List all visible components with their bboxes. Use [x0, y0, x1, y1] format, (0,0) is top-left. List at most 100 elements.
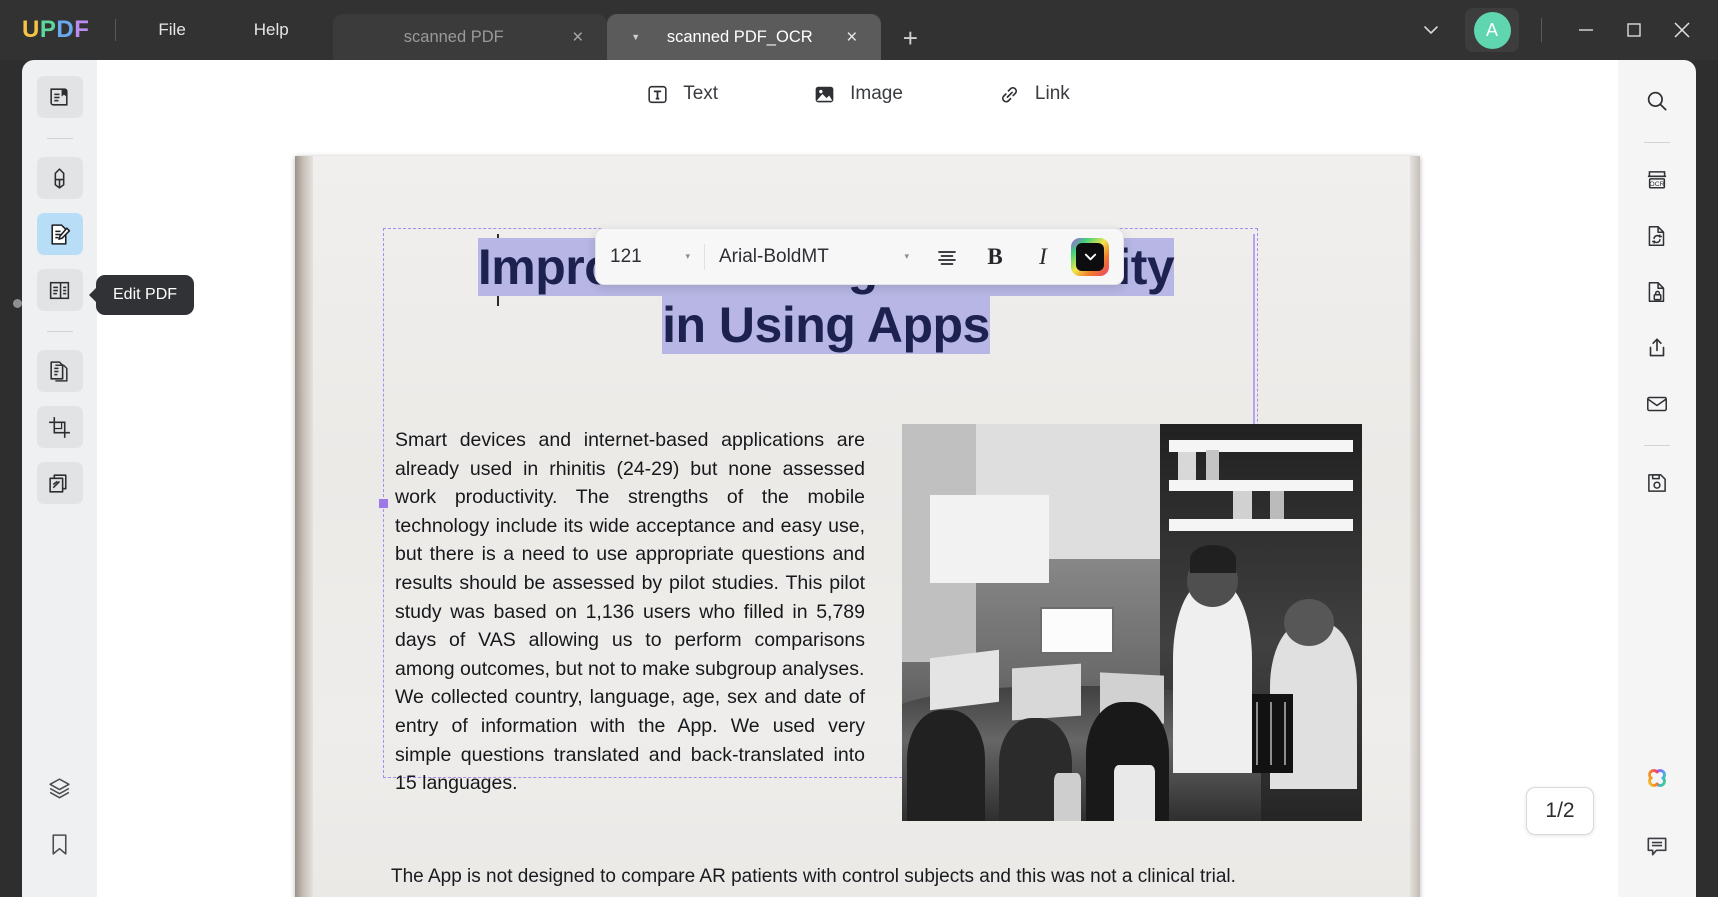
right-divider-1: [1644, 142, 1670, 143]
book-reader-icon: [47, 85, 72, 110]
lower-line-2: Thus, as expected, over 98% users report…: [391, 892, 1381, 897]
font-size-value: 121: [610, 245, 642, 267]
resize-handle-left[interactable]: [379, 499, 388, 508]
right-divider-2: [1644, 445, 1670, 446]
edit-mode-bar: Text Image Link: [97, 60, 1618, 128]
chevron-down-icon[interactable]: [1411, 10, 1451, 50]
main-content: Text Image Link Improve in Using Apps Sm…: [97, 60, 1618, 897]
tab-scanned-pdf[interactable]: scanned PDF ×: [332, 14, 607, 60]
chevron-down-icon[interactable]: ▼: [629, 32, 643, 42]
logo-letter-d: D: [56, 16, 75, 43]
mode-button-image[interactable]: Image: [804, 77, 911, 112]
menu-file[interactable]: File: [142, 14, 201, 46]
photo-content: [902, 424, 1362, 821]
tab-title: scanned PDF: [403, 27, 504, 46]
logo-divider: [115, 19, 117, 41]
mode-label: Image: [850, 83, 903, 104]
bookmark-icon: [47, 832, 72, 857]
share-upload-icon: [1644, 335, 1670, 361]
file-convert-icon: [1644, 223, 1670, 249]
layers-icon: [47, 776, 72, 801]
tooltip-edit-pdf: Edit PDF: [96, 275, 195, 315]
close-button[interactable]: [1658, 7, 1706, 53]
page-indicator[interactable]: 1/2: [1526, 787, 1594, 835]
sidebar-item-ai-assistant[interactable]: [1634, 755, 1680, 801]
sidebar-divider-2: [46, 331, 73, 332]
sidebar-item-protect[interactable]: [1634, 269, 1680, 315]
body-paragraph-2: We collected country, language, age, sex…: [395, 686, 865, 795]
minimize-button[interactable]: [1562, 7, 1610, 53]
chevron-down-icon: ▾: [685, 251, 690, 261]
logo-letter-f: F: [74, 16, 90, 43]
title-bar-left: U P D F File Help: [0, 0, 305, 60]
comment-bubble-icon: [1644, 833, 1670, 859]
tab-title: scanned PDF_OCR: [666, 27, 813, 46]
lower-line-1: The App is not designed to compare AR pa…: [391, 866, 1236, 887]
sidebar-item-batch-process[interactable]: [36, 462, 83, 504]
sidebar-item-email[interactable]: [1634, 381, 1680, 427]
chevron-down-icon: ▾: [904, 251, 909, 261]
document-lower-paragraph[interactable]: The App is not designed to compare AR pa…: [391, 861, 1381, 897]
bold-button[interactable]: B: [971, 229, 1019, 284]
sidebar-item-search[interactable]: [1634, 78, 1680, 124]
app-body: Edit PDF Text Image Link Improve in Usin…: [0, 60, 1718, 897]
document-body-column[interactable]: Smart devices and internet-based applica…: [395, 426, 865, 798]
page-layout-icon: [47, 278, 72, 303]
app-logo: U P D F: [22, 16, 89, 44]
envelope-mail-icon: [1644, 391, 1670, 417]
account-button[interactable]: A: [1465, 8, 1519, 52]
mode-button-link[interactable]: Link: [989, 77, 1078, 112]
italic-button[interactable]: I: [1019, 229, 1067, 284]
sidebar-item-organize-pages[interactable]: [36, 269, 83, 311]
sidebar-item-ocr[interactable]: OCR: [1634, 157, 1680, 203]
tab-strip: scanned PDF × ▼ scanned PDF_OCR × +: [332, 0, 918, 60]
sidebar-item-convert[interactable]: [1634, 213, 1680, 259]
logo-letter-u: U: [22, 16, 40, 43]
tab-scanned-pdf-ocr[interactable]: ▼ scanned PDF_OCR ×: [606, 14, 881, 60]
file-copy-icon: [47, 359, 72, 384]
image-picture-icon: [812, 82, 837, 107]
sidebar-divider-1: [46, 138, 73, 139]
search-magnifier-icon: [1644, 88, 1670, 114]
align-center-button[interactable]: [923, 229, 971, 284]
sidebar-item-convert-pdf[interactable]: [36, 350, 83, 392]
maximize-button[interactable]: [1610, 7, 1658, 53]
logo-letter-p: P: [39, 16, 57, 43]
text-format-toolbar: 121 ▾ Arial-BoldMT ▾ B I: [595, 228, 1124, 285]
sidebar-item-save[interactable]: [1634, 460, 1680, 506]
mode-label: Text: [683, 83, 719, 104]
tab-close-icon[interactable]: ×: [565, 24, 591, 50]
title-bar: U P D F File Help scanned PDF × ▼ scanne…: [0, 0, 1718, 60]
svg-text:OCR: OCR: [1650, 181, 1665, 188]
font-color-picker[interactable]: [1071, 237, 1109, 276]
edit-document-pen-icon: [47, 222, 72, 247]
menu-help[interactable]: Help: [238, 14, 305, 46]
sidebar-item-edit-pdf[interactable]: [36, 213, 83, 255]
titlebar-divider: [1541, 18, 1542, 42]
right-sidebar: OCR: [1618, 60, 1696, 897]
ai-flower-icon: [1642, 763, 1672, 793]
font-family-dropdown[interactable]: Arial-BoldMT ▾: [705, 229, 923, 284]
sidebar-item-share[interactable]: [1634, 325, 1680, 371]
sidebar-item-comments[interactable]: [1634, 823, 1680, 869]
sidebar-item-layers[interactable]: [37, 767, 83, 809]
floppy-save-icon: [1644, 470, 1670, 496]
text-box-icon: [645, 82, 670, 107]
mode-button-text[interactable]: Text: [637, 77, 726, 112]
ocr-icon: OCR: [1644, 167, 1670, 193]
sidebar-item-reader-view[interactable]: [36, 76, 83, 118]
mode-label: Link: [1034, 83, 1070, 104]
sidebar-item-crop-pages[interactable]: [36, 406, 83, 448]
align-center-icon: [935, 245, 959, 269]
new-tab-button[interactable]: +: [903, 25, 918, 51]
sidebar-item-annotate[interactable]: [36, 157, 83, 199]
crop-icon: [47, 415, 72, 440]
sidebar-item-bookmarks[interactable]: [37, 823, 83, 865]
font-size-dropdown[interactable]: 121 ▾: [596, 229, 704, 284]
document-photo[interactable]: [902, 424, 1362, 821]
tab-close-icon[interactable]: ×: [839, 24, 865, 50]
stacked-pages-icon: [47, 471, 72, 496]
color-swatch-inner: [1076, 242, 1104, 271]
body-paragraph-1: Smart devices and internet-based applica…: [395, 429, 865, 680]
link-chain-icon: [997, 82, 1022, 107]
